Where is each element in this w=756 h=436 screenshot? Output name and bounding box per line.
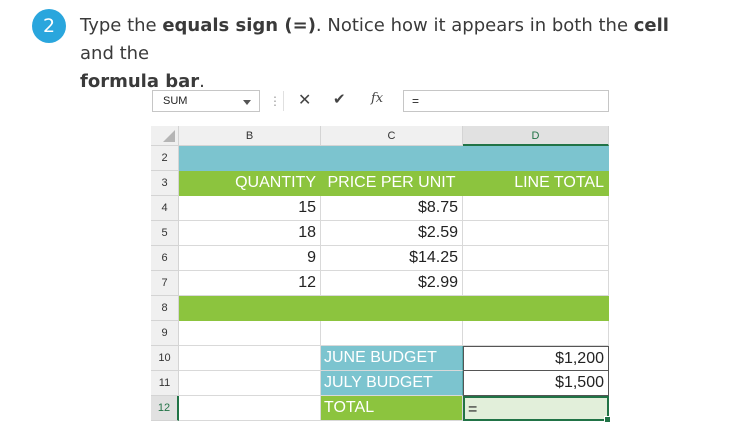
formula-input[interactable]: = xyxy=(403,90,609,112)
formula-bar-grip-icon[interactable]: ⋮ xyxy=(269,94,281,108)
row-header-7[interactable]: 7 xyxy=(151,271,179,296)
cell-quantity[interactable]: 18 xyxy=(179,221,321,246)
row-header-2[interactable]: 2 xyxy=(151,146,179,171)
header-band-row-2[interactable] xyxy=(179,146,609,171)
dropdown-arrow-icon[interactable] xyxy=(243,100,251,105)
name-box[interactable]: SUM xyxy=(152,90,260,112)
fill-handle[interactable] xyxy=(604,416,611,423)
instruction-bold-equals: equals sign (=) xyxy=(162,15,316,36)
column-header-d[interactable]: D xyxy=(463,126,609,146)
step-number-badge: 2 xyxy=(32,9,66,43)
cell-price[interactable]: $2.59 xyxy=(321,221,463,246)
cell-june-budget-value[interactable]: $1,200 xyxy=(463,346,609,371)
cell-quantity[interactable]: 12 xyxy=(179,271,321,296)
select-all-corner[interactable] xyxy=(151,126,179,146)
row-header-9[interactable]: 9 xyxy=(151,321,179,346)
formula-bar-divider xyxy=(283,91,284,111)
column-header-b[interactable]: B xyxy=(179,126,321,146)
cell-price-header[interactable]: PRICE PER UNIT xyxy=(321,171,463,196)
cell-line-total[interactable] xyxy=(463,271,609,296)
active-cell-d12[interactable]: = xyxy=(463,396,609,421)
cell-quantity[interactable]: 15 xyxy=(179,196,321,221)
row-header-8[interactable]: 8 xyxy=(151,296,179,321)
row-header-12[interactable]: 12 xyxy=(151,396,179,421)
cell-july-budget-label[interactable]: JULY BUDGET xyxy=(321,371,463,396)
row-header-3[interactable]: 3 xyxy=(151,171,179,196)
row-header-11[interactable]: 11 xyxy=(151,371,179,396)
cell-june-budget-label[interactable]: JUNE BUDGET xyxy=(321,346,463,371)
cell-total-label[interactable]: TOTAL xyxy=(321,396,463,421)
cell-line-total-header[interactable]: LINE TOTAL xyxy=(463,171,609,196)
cell-line-total[interactable] xyxy=(463,221,609,246)
cell-empty[interactable] xyxy=(179,321,321,346)
cell-price[interactable]: $2.99 xyxy=(321,271,463,296)
instruction-text: and the xyxy=(80,43,150,64)
row-header-10[interactable]: 10 xyxy=(151,346,179,371)
select-all-triangle-icon xyxy=(163,130,175,142)
cell-line-total[interactable] xyxy=(463,196,609,221)
excel-window: SUM ⋮ ✕ ✔ fx = B C D 2 3 4 5 6 7 8 9 10 … xyxy=(151,88,611,428)
cell-empty[interactable] xyxy=(179,371,321,396)
instruction-text: . Notice how it appears in both the xyxy=(315,15,634,36)
insert-function-icon[interactable]: fx xyxy=(371,91,383,106)
column-header-c[interactable]: C xyxy=(321,126,463,146)
cell-empty[interactable] xyxy=(321,321,463,346)
cancel-icon[interactable]: ✕ xyxy=(298,90,311,110)
row-header-6[interactable]: 6 xyxy=(151,246,179,271)
name-box-value: SUM xyxy=(163,95,188,107)
row-header-4[interactable]: 4 xyxy=(151,196,179,221)
instruction-text: Type the xyxy=(80,15,163,36)
row-header-5[interactable]: 5 xyxy=(151,221,179,246)
cell-price[interactable]: $8.75 xyxy=(321,196,463,221)
formula-bar: SUM ⋮ ✕ ✔ fx = xyxy=(151,88,609,114)
cell-empty[interactable] xyxy=(179,346,321,371)
enter-check-icon[interactable]: ✔ xyxy=(333,90,346,108)
step-instruction: Type the equals sign (=). Notice how it … xyxy=(80,12,680,96)
cell-empty[interactable] xyxy=(463,321,609,346)
instruction-bold-cell: cell xyxy=(633,15,669,36)
separator-band-row-8[interactable] xyxy=(179,296,609,321)
cell-empty[interactable] xyxy=(179,396,321,421)
cell-july-budget-value[interactable]: $1,500 xyxy=(463,371,609,396)
cell-line-total[interactable] xyxy=(463,246,609,271)
cell-price[interactable]: $14.25 xyxy=(321,246,463,271)
cell-quantity-header[interactable]: QUANTITY xyxy=(179,171,321,196)
cell-quantity[interactable]: 9 xyxy=(179,246,321,271)
